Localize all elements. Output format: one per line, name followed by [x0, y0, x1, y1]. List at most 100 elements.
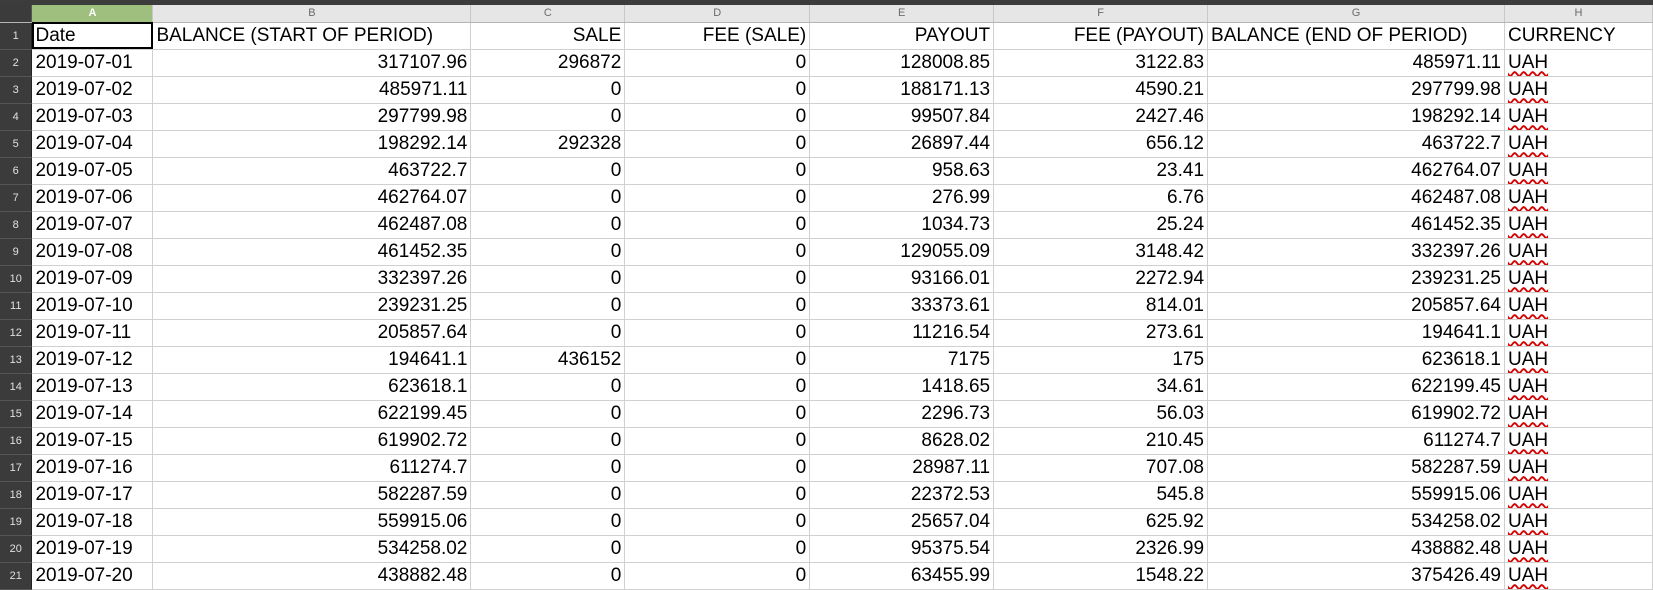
- cell-fee-payout[interactable]: 656.12: [993, 130, 1209, 158]
- cell-currency[interactable]: UAH: [1504, 319, 1653, 347]
- cell-fee-payout[interactable]: 34.61: [993, 373, 1209, 401]
- cell-balance-start[interactable]: 463722.7: [152, 157, 472, 185]
- cell-sale[interactable]: 0: [470, 157, 626, 185]
- cell-balance-end[interactable]: 611274.7: [1207, 427, 1505, 455]
- cell-currency[interactable]: UAH: [1504, 265, 1653, 293]
- cell-fee-sale[interactable]: 0: [624, 184, 811, 212]
- cell-payout[interactable]: 2296.73: [809, 400, 995, 428]
- cell-balance-start[interactable]: 239231.25: [152, 292, 472, 320]
- cell-currency[interactable]: UAH: [1504, 346, 1653, 374]
- cell-sale[interactable]: 0: [470, 373, 626, 401]
- cell-balance-end[interactable]: 462487.08: [1207, 184, 1505, 212]
- cell-fee-payout[interactable]: 175: [993, 346, 1209, 374]
- cell-balance-end[interactable]: 375426.49: [1207, 562, 1505, 590]
- cell-fee-sale[interactable]: 0: [624, 103, 811, 131]
- row-header[interactable]: 2: [0, 49, 33, 77]
- cell-sale[interactable]: 0: [470, 184, 626, 212]
- cell-date[interactable]: 2019-07-09: [31, 265, 154, 293]
- cell-fee-payout[interactable]: 6.76: [993, 184, 1209, 212]
- column-header-a[interactable]: A: [31, 5, 154, 23]
- cell-date[interactable]: 2019-07-15: [31, 427, 154, 455]
- cell-date[interactable]: 2019-07-20: [31, 562, 154, 590]
- cell-sale[interactable]: 0: [470, 292, 626, 320]
- cell-balance-start[interactable]: 462764.07: [152, 184, 472, 212]
- cell-currency[interactable]: UAH: [1504, 49, 1653, 77]
- cell-fee-payout[interactable]: 25.24: [993, 211, 1209, 239]
- cell-balance-end[interactable]: 297799.98: [1207, 76, 1505, 104]
- cell-currency[interactable]: UAH: [1504, 76, 1653, 104]
- cell-sale[interactable]: 0: [470, 211, 626, 239]
- cell-fee-sale[interactable]: 0: [624, 535, 811, 563]
- cell-currency[interactable]: UAH: [1504, 400, 1653, 428]
- cell-payout[interactable]: 26897.44: [809, 130, 995, 158]
- row-header[interactable]: 21: [0, 562, 33, 590]
- cell-payout[interactable]: 33373.61: [809, 292, 995, 320]
- cell-balance-start[interactable]: 619902.72: [152, 427, 472, 455]
- cell-sale[interactable]: 0: [470, 319, 626, 347]
- cell-balance-end[interactable]: 205857.64: [1207, 292, 1505, 320]
- cell-sale[interactable]: 0: [470, 562, 626, 590]
- cell-currency[interactable]: UAH: [1504, 130, 1653, 158]
- cell-fee-payout[interactable]: 23.41: [993, 157, 1209, 185]
- cell-balance-start[interactable]: 623618.1: [152, 373, 472, 401]
- cell-fee-sale[interactable]: 0: [624, 76, 811, 104]
- cell-payout[interactable]: 95375.54: [809, 535, 995, 563]
- cell-payout[interactable]: 128008.85: [809, 49, 995, 77]
- row-header[interactable]: 10: [0, 265, 33, 293]
- cell-fee-payout[interactable]: 2427.46: [993, 103, 1209, 131]
- cell-balance-end[interactable]: 462764.07: [1207, 157, 1505, 185]
- cell-fee-payout[interactable]: 56.03: [993, 400, 1209, 428]
- row-header[interactable]: 16: [0, 427, 33, 455]
- cell-date[interactable]: 2019-07-18: [31, 508, 154, 536]
- cell-balance-start[interactable]: 332397.26: [152, 265, 472, 293]
- cell-header-date[interactable]: Date: [31, 22, 154, 50]
- cell-currency[interactable]: UAH: [1504, 508, 1653, 536]
- cell-currency[interactable]: UAH: [1504, 373, 1653, 401]
- cell-balance-start[interactable]: 205857.64: [152, 319, 472, 347]
- select-all-corner[interactable]: [0, 5, 33, 23]
- cell-balance-end[interactable]: 438882.48: [1207, 535, 1505, 563]
- row-header[interactable]: 12: [0, 319, 33, 347]
- row-header[interactable]: 19: [0, 508, 33, 536]
- cell-currency[interactable]: UAH: [1504, 238, 1653, 266]
- cell-balance-start[interactable]: 622199.45: [152, 400, 472, 428]
- cell-fee-payout[interactable]: 625.92: [993, 508, 1209, 536]
- cell-fee-sale[interactable]: 0: [624, 427, 811, 455]
- cell-sale[interactable]: 0: [470, 454, 626, 482]
- cell-balance-start[interactable]: 297799.98: [152, 103, 472, 131]
- cell-balance-start[interactable]: 611274.7: [152, 454, 472, 482]
- cell-balance-end[interactable]: 239231.25: [1207, 265, 1505, 293]
- spreadsheet-grid[interactable]: A B C D E F G H 1 Date BALANCE (START OF…: [0, 5, 1653, 590]
- cell-fee-sale[interactable]: 0: [624, 454, 811, 482]
- cell-fee-sale[interactable]: 0: [624, 49, 811, 77]
- cell-balance-start[interactable]: 438882.48: [152, 562, 472, 590]
- row-header[interactable]: 6: [0, 157, 33, 185]
- column-header-g[interactable]: G: [1207, 5, 1505, 23]
- column-header-c[interactable]: C: [470, 5, 626, 23]
- row-header[interactable]: 8: [0, 211, 33, 239]
- cell-currency[interactable]: UAH: [1504, 292, 1653, 320]
- row-header[interactable]: 15: [0, 400, 33, 428]
- column-header-b[interactable]: B: [152, 5, 472, 23]
- cell-sale[interactable]: 0: [470, 535, 626, 563]
- cell-sale[interactable]: 0: [470, 103, 626, 131]
- cell-fee-payout[interactable]: 4590.21: [993, 76, 1209, 104]
- cell-balance-start[interactable]: 462487.08: [152, 211, 472, 239]
- cell-sale[interactable]: 0: [470, 508, 626, 536]
- cell-currency[interactable]: UAH: [1504, 427, 1653, 455]
- cell-balance-end[interactable]: 622199.45: [1207, 373, 1505, 401]
- row-header[interactable]: 18: [0, 481, 33, 509]
- cell-fee-payout[interactable]: 273.61: [993, 319, 1209, 347]
- cell-fee-payout[interactable]: 210.45: [993, 427, 1209, 455]
- cell-fee-payout[interactable]: 3148.42: [993, 238, 1209, 266]
- cell-date[interactable]: 2019-07-11: [31, 319, 154, 347]
- cell-balance-end[interactable]: 463722.7: [1207, 130, 1505, 158]
- cell-fee-sale[interactable]: 0: [624, 319, 811, 347]
- cell-currency[interactable]: UAH: [1504, 103, 1653, 131]
- cell-date[interactable]: 2019-07-08: [31, 238, 154, 266]
- cell-date[interactable]: 2019-07-06: [31, 184, 154, 212]
- cell-fee-sale[interactable]: 0: [624, 562, 811, 590]
- cell-balance-start[interactable]: 194641.1: [152, 346, 472, 374]
- cell-currency[interactable]: UAH: [1504, 211, 1653, 239]
- cell-fee-sale[interactable]: 0: [624, 211, 811, 239]
